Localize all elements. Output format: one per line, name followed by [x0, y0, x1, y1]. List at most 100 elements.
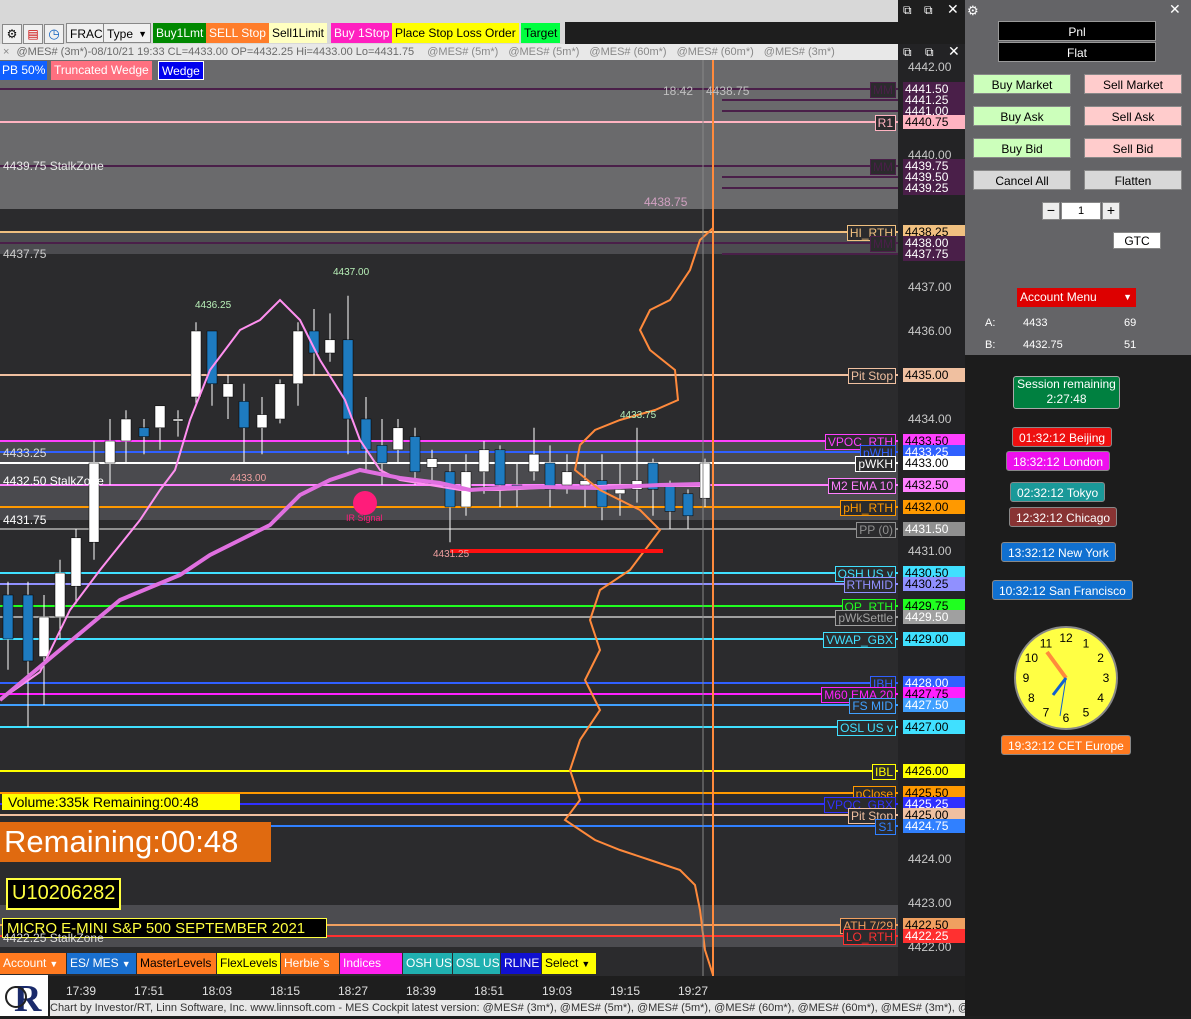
wedge-tag: Wedge — [158, 61, 204, 80]
bottom-tab[interactable]: Select ▼ — [542, 953, 596, 974]
order-panel: ⚙ ✕ Pnl Flat Buy Market Sell Market Buy … — [965, 0, 1191, 355]
level-label: pWKH — [855, 456, 896, 472]
candle-body — [2, 594, 14, 640]
sell-ask-button[interactable]: Sell Ask — [1084, 106, 1182, 126]
bottom-tab-label: ES/ MES — [70, 956, 119, 970]
time-label: 18:51 — [474, 984, 505, 998]
ir-signal-label: IR Signal — [346, 513, 383, 523]
settings-icon[interactable]: ⚙ — [2, 24, 22, 44]
candle-body — [172, 418, 184, 422]
bottom-tab[interactable]: RLINE — [501, 953, 541, 974]
time-label: 17:39 — [66, 984, 97, 998]
dial-number: 4 — [1097, 691, 1104, 705]
bottom-tab[interactable]: Account ▼ — [0, 953, 66, 974]
quantity-input[interactable]: 1 — [1061, 202, 1101, 220]
dial-number: 7 — [1043, 706, 1050, 720]
price-tag: 4433.00 — [903, 456, 965, 470]
buy-bid-button[interactable]: Buy Bid — [973, 138, 1071, 158]
bottom-tab[interactable]: MasterLevels — [137, 953, 216, 974]
bottom-tab-label: OSL US — [456, 956, 500, 970]
place-stop-loss-button[interactable]: Place Stop Loss Order — [392, 23, 519, 43]
axis-tick: 4436.00 — [908, 324, 952, 338]
bottom-tab[interactable]: ES/ MES ▼ — [67, 953, 136, 974]
footer-bar: Chart by Investor/RT, Linn Software, Inc… — [50, 1000, 965, 1016]
candle-body — [38, 616, 50, 657]
candle-body — [561, 471, 573, 486]
level-label: MM — [870, 236, 896, 252]
info-tab[interactable]: @MES# (60m*) — [677, 46, 754, 58]
session-remaining: Session remaining 2:27:48 — [1013, 376, 1120, 409]
clock-icon[interactable]: ◷ — [44, 24, 64, 44]
candle-body — [120, 418, 132, 442]
plus-icon[interactable]: + — [1102, 202, 1120, 220]
close-icon[interactable]: ✕ — [947, 1, 959, 18]
restore-icon[interactable]: ⧉ — [903, 45, 912, 60]
pnl-display: Pnl — [998, 21, 1156, 41]
volume-remaining: Volume:335k Remaining:00:48 — [2, 794, 240, 810]
sell1limit-button[interactable]: Sell1Limit — [269, 23, 328, 43]
time-label: 19:27 — [678, 984, 709, 998]
buy1stop-button[interactable]: Buy 1Stop — [331, 23, 393, 43]
high-annotation: 4433.75 — [620, 410, 657, 421]
flatten-button[interactable]: Flatten — [1084, 170, 1182, 190]
restore-icon[interactable]: ⧉ — [924, 3, 933, 18]
candle-body — [256, 414, 268, 429]
level-label: RTHMID — [843, 577, 896, 593]
linn-logo-icon: R — [5, 978, 42, 1019]
chevron-down-icon: ▼ — [1123, 292, 1132, 302]
bottom-tab-label: RLINE — [504, 956, 540, 970]
bottom-tab[interactable]: OSH US — [403, 953, 452, 974]
cancel-all-button[interactable]: Cancel All — [973, 170, 1071, 190]
frac-button[interactable]: FRAC — [66, 23, 107, 43]
price-tag: 4439.25 — [903, 181, 965, 195]
info-tab[interactable]: @MES# (60m*) — [589, 46, 666, 58]
bottom-tab[interactable]: FlexLevels — [217, 953, 280, 974]
pb-tag: PB 50% — [0, 61, 48, 80]
bottom-tab-label: OSH US — [406, 956, 453, 970]
sell-market-button[interactable]: Sell Market — [1084, 74, 1182, 94]
info-tab[interactable]: @MES# (5m*) — [427, 46, 498, 58]
level-label: R1 — [874, 115, 896, 131]
info-tab[interactable]: @MES# (5m*) — [508, 46, 579, 58]
clock-tokyo: 02:32:12 Tokyo — [1010, 482, 1106, 502]
chart-area[interactable]: 4439.75 StalkZone 4437.75 4433.25 4432.5… — [0, 44, 898, 976]
zone-label: 4433.25 — [3, 446, 47, 460]
bottom-tab[interactable]: OSL US — [453, 953, 500, 974]
axis-tick: 4424.00 — [908, 852, 952, 866]
sell-bid-button[interactable]: Sell Bid — [1084, 138, 1182, 158]
gear-icon[interactable]: ⚙ — [967, 3, 979, 19]
sell-stop-button[interactable]: SELL Stop — [206, 23, 269, 43]
bottom-tab[interactable]: Herbie`s — [281, 953, 339, 974]
buy1lmt-button[interactable]: Buy1Lmt — [153, 23, 207, 43]
close-icon[interactable]: ✕ — [1169, 1, 1181, 18]
buy-ask-button[interactable]: Buy Ask — [973, 106, 1071, 126]
restore-icon[interactable]: ⧉ — [903, 3, 912, 18]
minus-icon[interactable]: − — [1042, 202, 1060, 220]
level-label: S1 — [875, 819, 896, 835]
clock-london: 18:32:12 London — [1006, 451, 1111, 471]
buy-market-button[interactable]: Buy Market — [973, 74, 1071, 94]
candle-body — [138, 427, 150, 437]
volume-profile — [563, 227, 714, 976]
bottom-tab[interactable]: Indices — [340, 953, 402, 974]
dial-number: 2 — [1097, 651, 1104, 665]
bottom-tab-label: Account — [3, 956, 47, 970]
level-label: FS MID — [849, 698, 896, 714]
candle-body — [528, 453, 540, 473]
position-display: Flat — [998, 42, 1156, 62]
gtc-button[interactable]: GTC — [1113, 232, 1161, 249]
chart-icon[interactable]: ▤ — [23, 24, 43, 44]
candle-body — [238, 401, 250, 429]
close-icon[interactable]: ✕ — [948, 43, 960, 60]
info-tab[interactable]: @MES# (3m*) — [764, 46, 835, 58]
account-menu-dropdown[interactable]: Account Menu ▼ — [1017, 288, 1136, 307]
candle-body — [104, 440, 116, 464]
type-dropdown[interactable]: Type ▼ — [103, 23, 151, 43]
level-label: MM — [870, 82, 896, 98]
analog-clock: 12 12 3 45678 9 1011 — [1014, 626, 1118, 730]
chevron-down-icon: ▼ — [581, 959, 591, 969]
target-button[interactable]: Target — [521, 23, 561, 43]
restore-icon[interactable]: ⧉ — [925, 45, 934, 60]
close-icon[interactable]: × — [0, 46, 9, 58]
price-tag: 4432.50 — [903, 478, 965, 492]
